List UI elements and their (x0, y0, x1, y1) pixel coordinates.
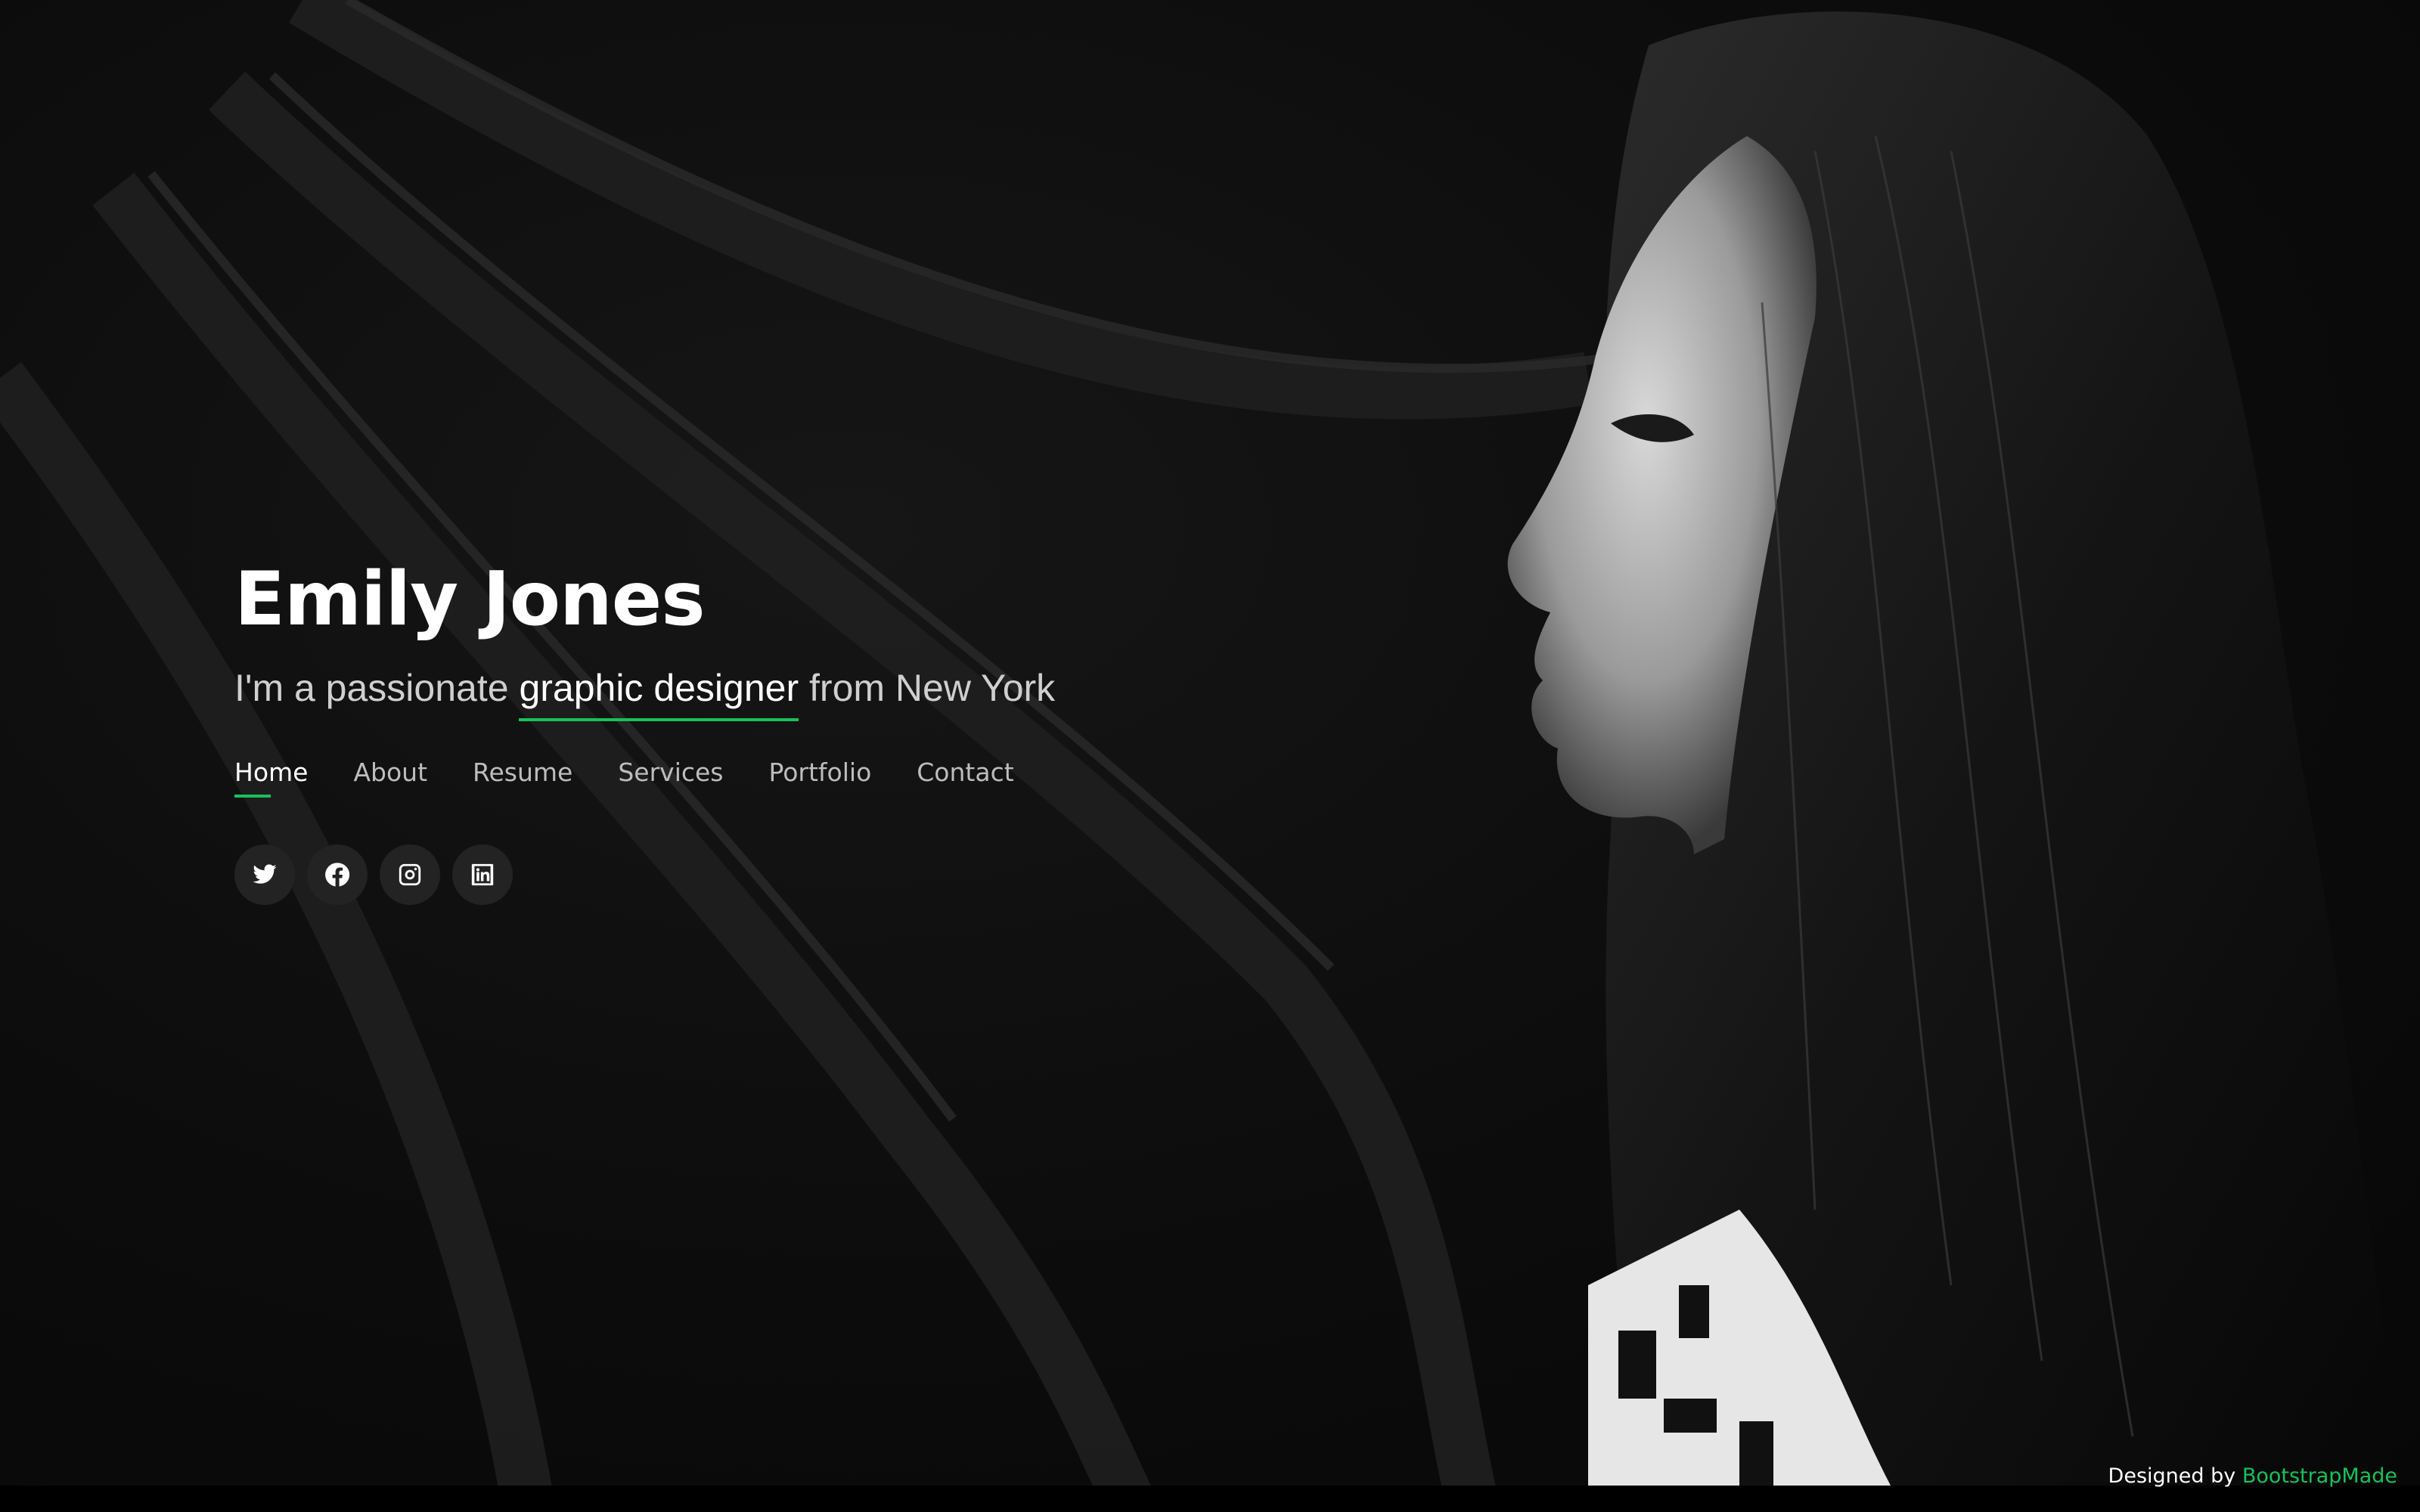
nav-item-about[interactable]: About (353, 758, 427, 798)
twitter-icon (253, 864, 277, 884)
main-nav: Home About Resume Services Portfolio Con… (234, 758, 1369, 798)
hero-section: Emily Jones I'm a passionate graphic des… (0, 0, 2420, 1512)
twitter-button[interactable] (234, 844, 295, 905)
hero-tagline: I'm a passionate graphic designer from N… (234, 665, 1369, 721)
tagline-highlight: graphic designer (519, 666, 799, 721)
credits-prefix: Designed by (2108, 1464, 2236, 1488)
portrait-photo (1507, 11, 2405, 1486)
facebook-button[interactable] (307, 844, 368, 905)
social-links (234, 844, 1369, 905)
tagline-prefix: I'm a passionate (234, 666, 509, 709)
nav-item-home[interactable]: Home (234, 758, 308, 798)
nav-item-services[interactable]: Services (618, 758, 723, 798)
facebook-icon (325, 863, 350, 887)
nav-item-resume[interactable]: Resume (473, 758, 572, 798)
linkedin-icon (471, 863, 494, 885)
linkedin-button[interactable] (452, 844, 513, 905)
nav-item-contact[interactable]: Contact (917, 758, 1013, 798)
instagram-icon (399, 863, 421, 885)
tagline-suffix: from New York (809, 666, 1056, 709)
hero-content: Emily Jones I'm a passionate graphic des… (234, 559, 1369, 905)
instagram-button[interactable] (380, 844, 440, 905)
hero-name: Emily Jones (234, 556, 706, 643)
footer-strip (0, 1486, 2420, 1512)
footer-credits: Designed by BootstrapMade (2108, 1464, 2397, 1488)
nav-item-portfolio[interactable]: Portfolio (769, 758, 872, 798)
credits-link[interactable]: BootstrapMade (2242, 1464, 2397, 1488)
